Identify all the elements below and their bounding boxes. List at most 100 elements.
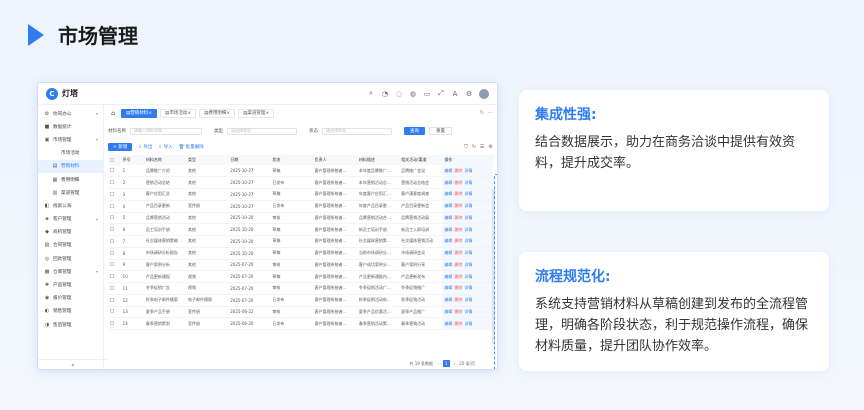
translate-icon[interactable]: A <box>451 90 459 98</box>
sidebar-item[interactable]: ◎ 回款管理 <box>38 252 103 265</box>
edit-link[interactable]: 编辑 <box>444 297 452 302</box>
close-icon[interactable]: × <box>265 111 269 116</box>
page-size-select[interactable]: 20 条/页 <box>459 361 475 367</box>
edit-link[interactable]: 编辑 <box>444 215 452 220</box>
app-logo[interactable]: C 灯塔 <box>46 87 78 100</box>
table-row[interactable]: 6 员工培训手册 其他 2025-10-20 草稿 客户管理系统者… 新员工培训手册 新员工入… <box>108 223 493 236</box>
edit-link[interactable]: 编辑 <box>444 180 452 185</box>
row-checkbox[interactable] <box>110 297 114 302</box>
sidebar-item[interactable]: ▦ 费用明细 <box>38 173 103 186</box>
edit-link[interactable]: 编辑 <box>444 274 452 279</box>
delete-link[interactable]: 删除 <box>454 191 462 196</box>
search-icon[interactable]: ⌕ <box>367 89 375 98</box>
home-icon[interactable]: ⌂ <box>108 110 118 117</box>
chat-icon[interactable]: ◍ <box>409 90 417 98</box>
refresh-icon[interactable]: ↻ <box>472 144 476 150</box>
detail-link[interactable]: 详情 <box>464 191 472 196</box>
column-settings-icon[interactable]: ⚙ <box>489 144 493 150</box>
row-checkbox[interactable] <box>110 227 114 232</box>
next-page-icon[interactable]: › <box>454 361 456 366</box>
tab-item[interactable]: ▤ 营销材料 × <box>121 108 158 118</box>
close-icon[interactable]: × <box>148 111 152 116</box>
detail-link[interactable]: 详情 <box>464 168 472 173</box>
row-checkbox[interactable] <box>110 215 114 220</box>
prev-page-icon[interactable]: ‹ <box>437 361 439 366</box>
edit-link[interactable]: 编辑 <box>444 262 452 267</box>
export-button[interactable]: ⇩ 导出 <box>138 144 152 150</box>
edit-link[interactable]: 编辑 <box>444 238 452 243</box>
status-filter-select[interactable]: 请选择状态 <box>322 127 392 135</box>
detail-link[interactable]: 详情 <box>464 309 472 314</box>
row-checkbox[interactable] <box>110 168 114 173</box>
sidebar-item[interactable]: ◉ 报价管理 <box>38 292 103 305</box>
filter-icon[interactable]: ⛉ <box>464 144 468 150</box>
sidebar-item[interactable]: ◧ 线索公海 <box>38 199 103 212</box>
edit-link[interactable]: 编辑 <box>444 285 452 290</box>
detail-link[interactable]: 详情 <box>464 250 472 255</box>
row-checkbox[interactable] <box>110 191 114 196</box>
select-all-checkbox[interactable] <box>110 157 114 162</box>
detail-link[interactable]: 详情 <box>464 285 472 290</box>
more-icon[interactable]: ⋯ <box>488 110 493 116</box>
table-row[interactable]: 12 秋季电子邮件模版 电子邮件模版 2025-07-20 已发布 客户管理系统者… 秋季促… <box>108 294 493 307</box>
tab-item[interactable]: ▤ 费用明细 × <box>199 108 236 118</box>
detail-link[interactable]: 详情 <box>464 274 472 279</box>
batch-delete-button[interactable]: 🗑 批量删除 <box>179 144 204 150</box>
table-row[interactable]: 2 营销活动总结 其他 2025-10-27 已发布 客户管理系统者… 本年营销活动总… 营销… <box>108 176 493 189</box>
detail-link[interactable]: 详情 <box>464 227 472 232</box>
tab-item[interactable]: ▤ 渠道管理 × <box>238 108 275 118</box>
edit-link[interactable]: 编辑 <box>444 168 452 173</box>
sidebar-item[interactable]: ◑ 售后管理 <box>38 318 103 331</box>
row-checkbox[interactable] <box>110 285 114 290</box>
sidebar-item[interactable]: ▧ 合同管理 <box>38 239 103 252</box>
sidebar-item[interactable]: ▤ 营销材料 <box>38 159 103 173</box>
table-row[interactable]: 1 品牌推广介绍 其他 2025-10-27 草稿 客户管理系统者… 本年度品牌推广… 品牌推… <box>108 165 493 178</box>
sidebar-item[interactable]: ◈ 客户管理 ▾ <box>38 213 103 226</box>
density-icon[interactable]: ☰ <box>480 144 484 150</box>
edit-link[interactable]: 编辑 <box>444 250 452 255</box>
row-checkbox[interactable] <box>110 309 114 314</box>
table-row[interactable]: 10 产品更新通报 视频 2025-07-20 草稿 客户管理系统者… 产品更新通报内… 产品… <box>108 270 493 283</box>
avatar[interactable] <box>479 88 489 99</box>
delete-link[interactable]: 删除 <box>454 227 462 232</box>
sidebar-collapse-button[interactable]: « <box>38 359 108 369</box>
current-page-button[interactable]: 1 <box>442 360 450 367</box>
edit-link[interactable]: 编辑 <box>444 203 452 208</box>
table-row[interactable]: 13 夏季产品手册 宣传册 2025-06-22 审核 客户管理系统者… 夏季产品优惠活… 夏… <box>108 306 493 319</box>
name-filter-input[interactable]: 请输入材料名称 <box>130 127 202 135</box>
sidebar-item[interactable]: ■ 数据统计 <box>38 120 103 133</box>
delete-link[interactable]: 删除 <box>454 274 462 279</box>
detail-link[interactable]: 详情 <box>464 238 472 243</box>
edit-link[interactable]: 编辑 <box>444 309 452 314</box>
table-row[interactable]: 9 客户案例分析 其他 2025-07-20 审核 客户管理系统者… 客户成功案例分… 客户案… <box>108 259 493 272</box>
delete-link[interactable]: 删除 <box>454 203 462 208</box>
tab-item[interactable]: ▤ 市场活动 × <box>160 108 197 118</box>
delete-link[interactable]: 删除 <box>454 321 462 326</box>
table-row[interactable]: 4 产品目录更新 宣传册 2025-10-27 已发布 客户管理系统者… 年度产品目录更… 产… <box>108 200 493 213</box>
sidebar-item[interactable]: ▥ 渠道管理 <box>38 186 103 199</box>
sidebar-item[interactable]: ▩ 仓库管理 ▾ <box>38 265 103 278</box>
row-checkbox[interactable] <box>110 238 114 243</box>
sidebar-item[interactable]: ◆ 商机管理 <box>38 226 103 239</box>
row-checkbox[interactable] <box>110 321 114 326</box>
delete-link[interactable]: 删除 <box>454 285 462 290</box>
delete-link[interactable]: 删除 <box>454 262 462 267</box>
delete-link[interactable]: 删除 <box>454 250 462 255</box>
import-button[interactable]: ⇧ 导入 <box>158 144 172 150</box>
row-checkbox[interactable] <box>110 274 114 279</box>
delete-link[interactable]: 删除 <box>454 238 462 243</box>
sidebar-item[interactable]: 市场活动 <box>38 147 103 160</box>
table-row[interactable]: 8 市场调研分析报告 其他 2025-10-20 草稿 客户管理系统者… 当前市场调研分… 市… <box>108 247 493 260</box>
column-header[interactable] <box>108 155 121 165</box>
delete-link[interactable]: 删除 <box>454 180 462 185</box>
delete-link[interactable]: 删除 <box>454 168 462 173</box>
query-button[interactable]: 查询 <box>404 127 425 135</box>
delete-link[interactable]: 删除 <box>454 297 462 302</box>
bell-icon[interactable]: ◔ <box>381 90 389 98</box>
delete-link[interactable]: 删除 <box>454 309 462 314</box>
detail-link[interactable]: 详情 <box>464 297 472 302</box>
row-checkbox[interactable] <box>110 262 114 267</box>
table-row[interactable]: 3 客户应用汇总 其他 2025-10-27 草稿 客户管理系统者… 年度客户应用汇… 客户满… <box>108 188 493 201</box>
fullscreen-icon[interactable]: ⤢ <box>437 89 445 98</box>
settings-icon[interactable]: ⚙ <box>465 90 473 98</box>
